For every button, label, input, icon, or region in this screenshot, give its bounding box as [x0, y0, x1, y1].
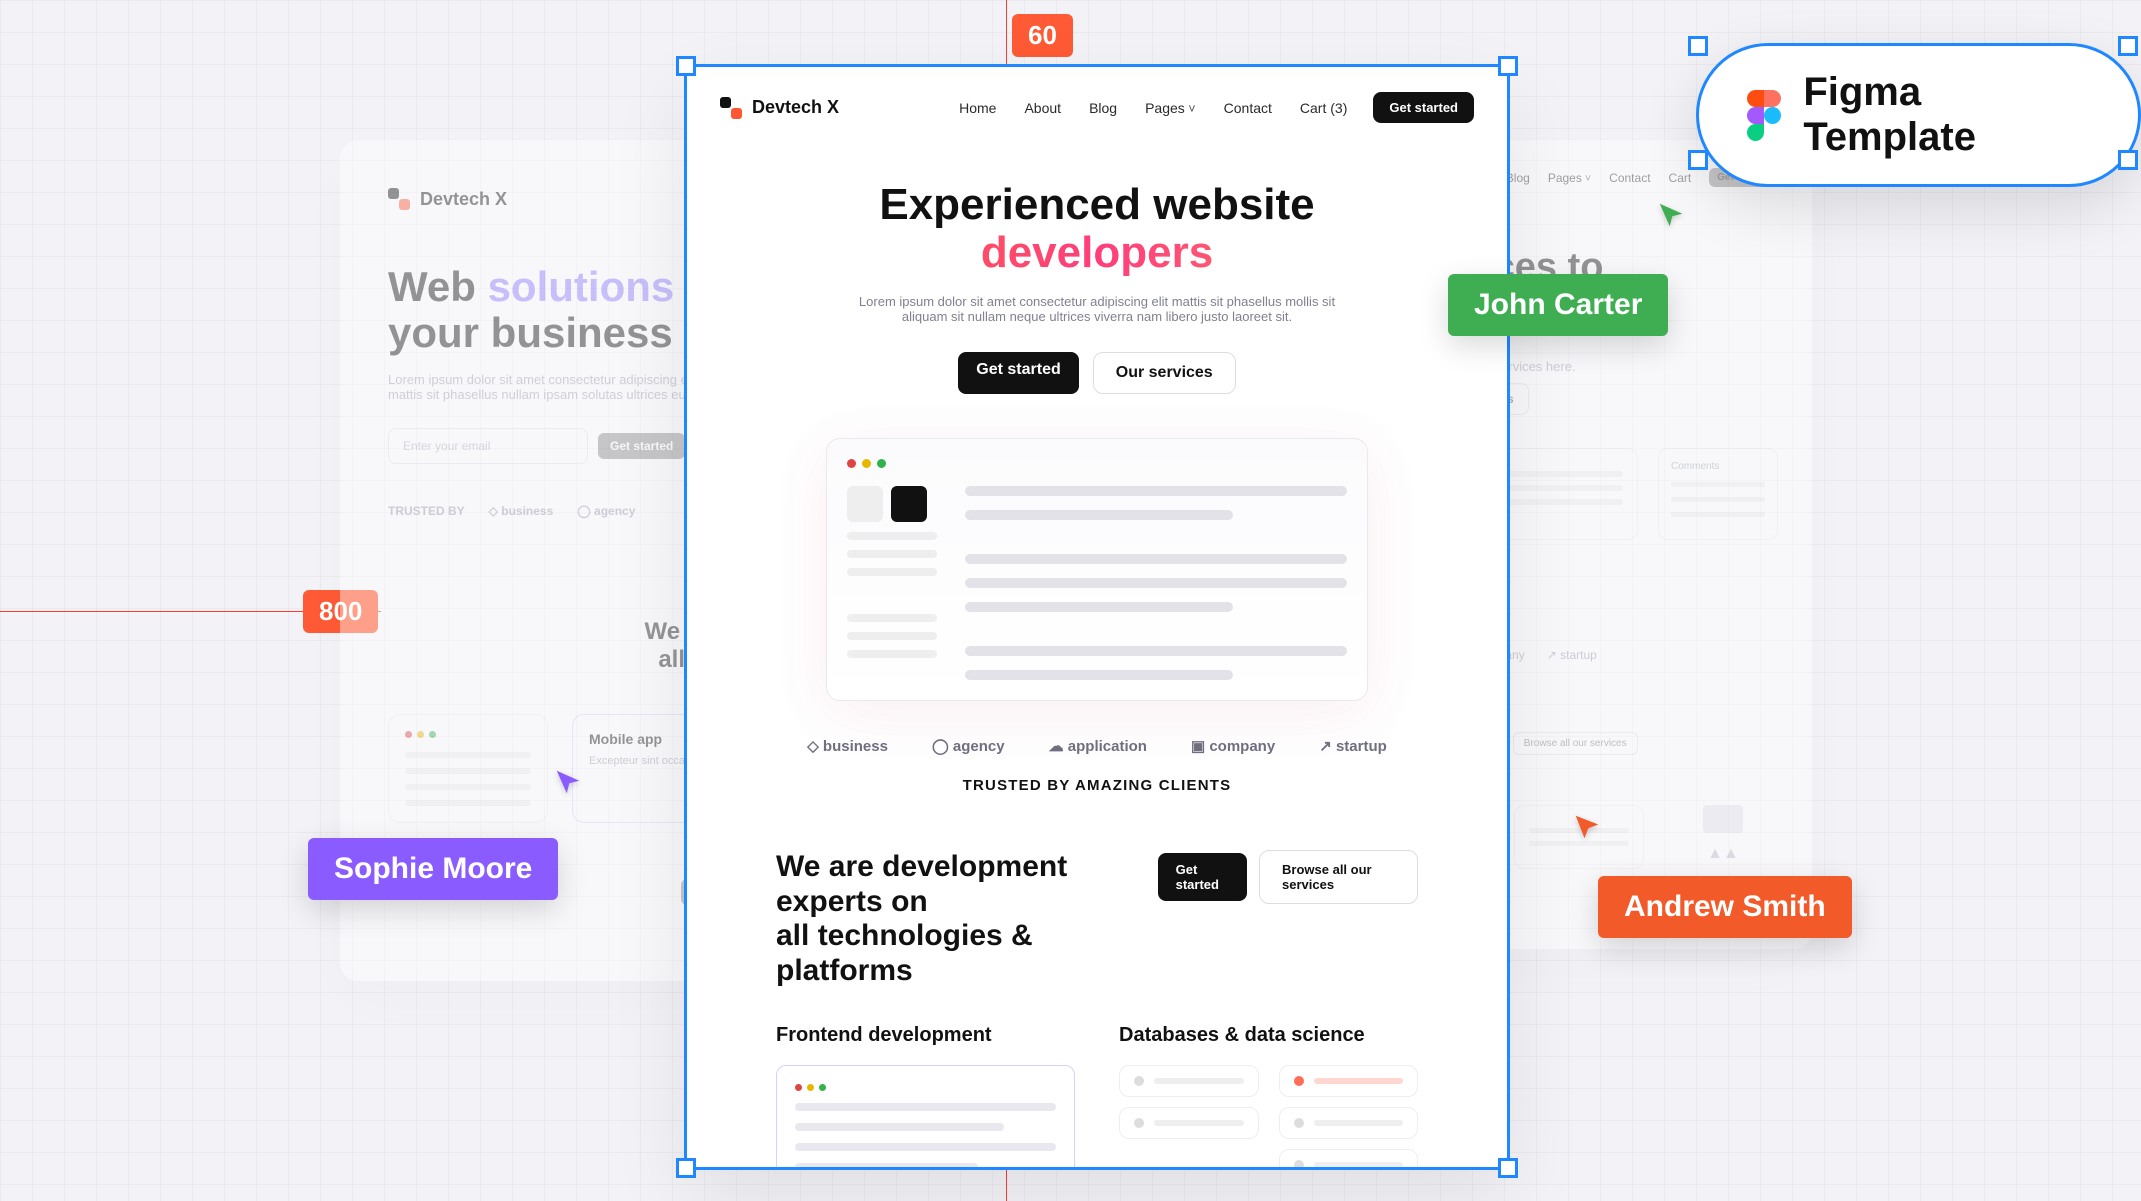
traffic-lights-icon: [847, 459, 1348, 468]
badge-handle-bl[interactable]: [1688, 150, 1708, 170]
logo-icon: [720, 97, 742, 119]
bg-left-h1-a: Web: [388, 263, 488, 310]
bg-left-h1-c: your business: [388, 309, 673, 356]
section2-heading-a: We are development experts on: [776, 850, 1067, 918]
cursor-orange: [1572, 812, 1602, 842]
hero-subtitle: Lorem ipsum dolor sit amet consectetur a…: [837, 294, 1357, 324]
trust-agency: ◯ agency: [932, 737, 1005, 755]
nav-blog[interactable]: Blog: [1089, 100, 1117, 116]
bg-left-trusted-by: TRUSTED BY: [388, 504, 465, 518]
card-frontend-mock: [776, 1065, 1075, 1170]
bg-left-sub: Lorem ipsum dolor sit amet consectetur a…: [388, 372, 728, 402]
collaborator-violet[interactable]: Sophie Moore: [308, 838, 558, 900]
bg-left-h1-accent: solutions: [488, 263, 675, 310]
nav-cart-bg[interactable]: Cart: [1669, 171, 1692, 185]
cursor-green: [1656, 200, 1686, 230]
badge-handle-tr[interactable]: [2118, 36, 2138, 56]
email-submit[interactable]: Get started: [598, 433, 685, 459]
brand-name: Devtech X: [752, 97, 839, 118]
hero-dashboard-mock: [826, 438, 1369, 701]
nav-cta-button[interactable]: Get started: [1373, 92, 1474, 123]
bg-right-s2-btn-b[interactable]: Browse all our services: [1513, 732, 1638, 755]
email-field[interactable]: Enter your email: [388, 428, 588, 464]
trust-application: ☁ application: [1049, 737, 1147, 755]
trust-business: ◇ business: [489, 504, 554, 518]
trust-company: ▣ company: [1191, 737, 1275, 755]
guide-label-top: 60: [1012, 14, 1073, 57]
card-databases-mock: [1119, 1065, 1418, 1170]
nav-about[interactable]: About: [1024, 100, 1061, 116]
section2-btn-secondary[interactable]: Browse all our services: [1259, 850, 1418, 904]
nav-cart[interactable]: Cart (3): [1300, 100, 1347, 116]
nav-contact[interactable]: Contact: [1224, 100, 1272, 116]
card-databases-title: Databases & data science: [1119, 1024, 1418, 1047]
nav-pages-bg[interactable]: Pages: [1548, 171, 1591, 185]
card-frontend-title: Frontend development: [776, 1024, 1075, 1047]
hero-cta-primary[interactable]: Get started: [958, 352, 1078, 394]
nav-home[interactable]: Home: [959, 100, 996, 116]
trust-business: ◇ business: [807, 737, 888, 755]
brand-name: Devtech X: [420, 189, 507, 210]
section2-btn-primary[interactable]: Get started: [1158, 853, 1247, 901]
cursor-violet: [553, 767, 583, 797]
hero-line2: developers: [720, 229, 1474, 277]
collaborator-green[interactable]: John Carter: [1448, 274, 1668, 336]
trust-startup-bg: ↗ startup: [1547, 648, 1597, 662]
hero-cta-secondary[interactable]: Our services: [1093, 352, 1236, 394]
figma-badge-label: Figma Template: [1803, 70, 2090, 160]
collaborator-orange[interactable]: Andrew Smith: [1598, 876, 1852, 938]
figma-logo-icon: [1747, 90, 1779, 140]
nav-contact-bg[interactable]: Contact: [1609, 171, 1650, 185]
main-frame[interactable]: Devtech X Home About Blog Pages Contact …: [684, 64, 1510, 1170]
nav-pages[interactable]: Pages: [1145, 100, 1196, 116]
trust-label: TRUSTED BY AMAZING CLIENTS: [720, 777, 1474, 794]
trust-startup: ↗ startup: [1319, 737, 1387, 755]
logo-icon: [388, 188, 410, 210]
section2-heading-b: all technologies & platforms: [776, 919, 1033, 987]
trust-agency: ◯ agency: [577, 504, 635, 518]
hero-line1: Experienced website: [879, 180, 1314, 229]
badge-handle-br[interactable]: [2118, 150, 2138, 170]
figma-template-badge[interactable]: Figma Template: [1696, 43, 2141, 187]
badge-handle-tl[interactable]: [1688, 36, 1708, 56]
